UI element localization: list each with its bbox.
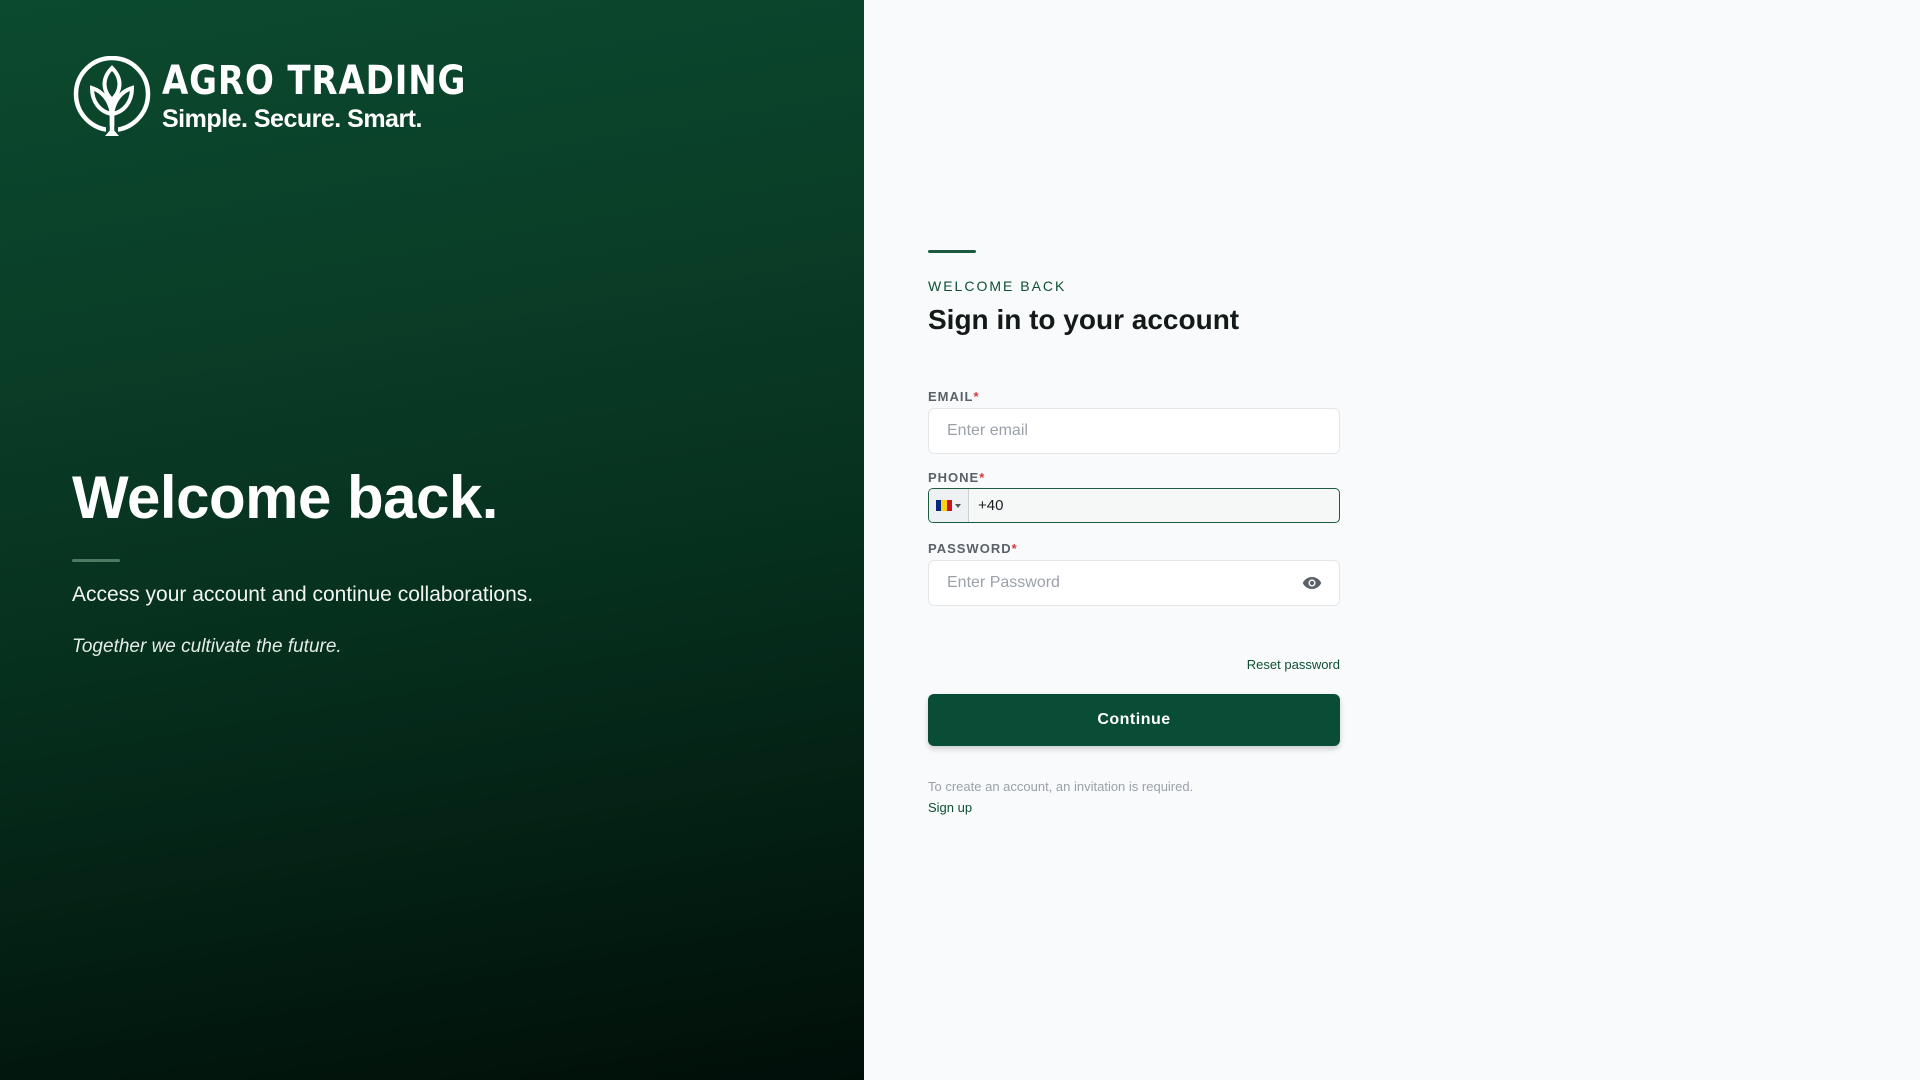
hero-quote: Together we cultivate the future. (72, 636, 342, 657)
brand-logo: AGRO TRADING Simple. Secure. Smart. (72, 56, 520, 136)
hero-subtitle: Access your account and continue collabo… (72, 583, 534, 606)
email-label-text: EMAIL (928, 389, 974, 404)
romania-flag-icon (936, 500, 952, 511)
required-mark: * (979, 470, 986, 485)
email-field-box (928, 408, 1340, 454)
password-label-text: PASSWORD (928, 541, 1012, 556)
eye-icon-svg (1302, 577, 1322, 589)
phone-field[interactable] (969, 489, 1339, 522)
invitation-note: To create an account, an invitation is r… (928, 779, 1194, 794)
phone-label-text: PHONE (928, 470, 980, 485)
leaf-logo-icon (73, 56, 151, 136)
form-title: Sign in to your account (928, 304, 1240, 335)
email-field[interactable] (945, 421, 1323, 441)
brand-wordmark: AGRO TRADING Simple. Secure. Smart. (162, 61, 520, 132)
hero-title: Welcome back. (72, 464, 498, 531)
brand-panel: AGRO TRADING Simple. Secure. Smart. Welc… (0, 0, 864, 1080)
reset-password-link[interactable]: Reset password (1247, 657, 1340, 672)
email-label: EMAIL* (928, 389, 1340, 404)
caret-down-icon (955, 503, 961, 508)
password-field[interactable] (945, 573, 1301, 593)
password-label: PASSWORD* (928, 541, 1340, 556)
password-field-box (928, 560, 1340, 606)
phone-field-box (928, 488, 1340, 523)
required-mark: * (1011, 541, 1018, 556)
hero-divider (72, 559, 120, 562)
brand-name: AGRO TRADING (162, 57, 467, 104)
required-mark: * (973, 389, 980, 404)
sign-up-link[interactable]: Sign up (928, 800, 972, 815)
form-panel: WELCOME BACK Sign in to your account EMA… (864, 0, 1920, 1080)
country-code-selector[interactable] (929, 489, 969, 522)
form-accent-divider (928, 250, 976, 253)
flag-stripe-red (946, 500, 952, 511)
continue-button[interactable]: Continue (928, 694, 1340, 746)
sign-in-form: WELCOME BACK Sign in to your account EMA… (928, 250, 1340, 817)
form-eyebrow: WELCOME BACK (928, 278, 1067, 294)
brand-tagline: Simple. Secure. Smart. (162, 104, 422, 133)
eye-icon[interactable] (1301, 572, 1323, 594)
login-page: AGRO TRADING Simple. Secure. Smart. Welc… (0, 0, 1920, 1080)
reset-row: Reset password (928, 656, 1340, 674)
phone-label: PHONE* (928, 470, 1340, 485)
hero: Welcome back. Access your account and co… (72, 466, 533, 658)
